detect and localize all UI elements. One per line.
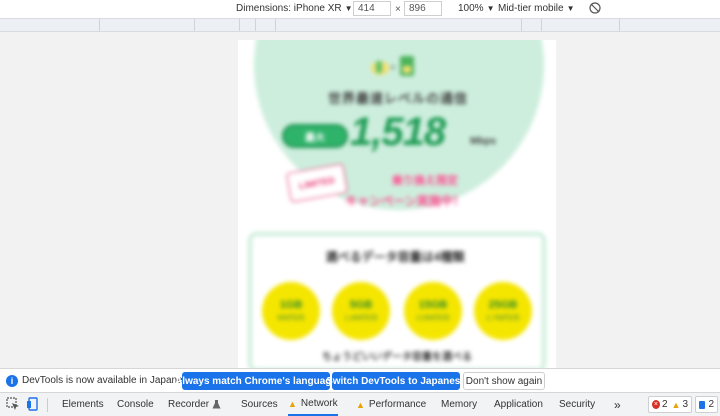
device-toolbar: Dimensions: iPhone XR ▼ 414 × 896 100% ▼ M… bbox=[0, 0, 720, 18]
plan-size: 1GB bbox=[279, 299, 303, 311]
info-icon: i bbox=[6, 375, 18, 387]
height-input[interactable]: 896 bbox=[404, 1, 442, 16]
chevron-down-icon: ▼ bbox=[566, 4, 575, 13]
hero-speed-unit: Mbps bbox=[470, 136, 497, 147]
data-plan-panel: 選べるデータ容量は4種類 1GB 990円/月 5GB 1,490円/月 15G… bbox=[248, 232, 546, 368]
throttling-dropdown[interactable]: Mid-tier mobile ▼ bbox=[498, 3, 575, 14]
phone-sim-icon: + bbox=[371, 56, 414, 76]
issues-counter[interactable]: × 2 ▲ 3 bbox=[648, 396, 692, 413]
device-toggle-icon[interactable] bbox=[26, 397, 40, 411]
width-input[interactable]: 414 bbox=[353, 1, 391, 16]
tab-security[interactable]: Security bbox=[559, 393, 595, 416]
plan-price: 2,090円/月 bbox=[416, 315, 450, 322]
emulated-device-viewport[interactable]: + 世界最速レベルの通信 最大 1,518 Mbps LIMITED 乗り換え限… bbox=[238, 40, 556, 368]
panel-footer-text: ちょうどいいデータ容量を選べる bbox=[322, 352, 472, 363]
ruler-segment[interactable] bbox=[256, 19, 276, 31]
plan-price: 2,790円/月 bbox=[486, 315, 520, 322]
infobar-message: DevTools is now available in Japanese! bbox=[22, 375, 196, 386]
plan-size: 25GB bbox=[488, 299, 518, 311]
campaign-line-1: 乗り換え限定 bbox=[392, 175, 458, 187]
tab-performance[interactable]: ▲ Performance bbox=[356, 393, 426, 416]
tab-network[interactable]: ▲ Network bbox=[288, 393, 338, 416]
language-infobar: i DevTools is now available in Japanese!… bbox=[0, 368, 720, 392]
ruler-segment[interactable] bbox=[0, 19, 100, 31]
tab-network-label: Network bbox=[300, 398, 338, 409]
ruler-segment[interactable] bbox=[522, 19, 542, 31]
tab-sources[interactable]: Sources bbox=[241, 393, 278, 416]
plan-coin[interactable]: 1GB 990円/月 bbox=[262, 282, 320, 340]
ruler-segment[interactable] bbox=[100, 19, 195, 31]
ruler-segment[interactable] bbox=[542, 19, 620, 31]
zoom-label: 100% bbox=[458, 3, 484, 14]
tab-performance-label: Performance bbox=[368, 399, 427, 410]
plan-coin[interactable]: 25GB 2,790円/月 bbox=[474, 282, 532, 340]
plan-price: 1,490円/月 bbox=[344, 315, 378, 322]
plan-price: 990円/月 bbox=[277, 315, 305, 322]
chevron-down-icon: ▼ bbox=[486, 4, 495, 13]
rotate-icon[interactable] bbox=[588, 1, 602, 15]
hero-pill: 最大 bbox=[282, 124, 348, 148]
flask-icon bbox=[212, 400, 221, 409]
chevron-down-icon: ▼ bbox=[344, 4, 353, 13]
tab-elements[interactable]: Elements bbox=[62, 393, 104, 416]
ruler-segment[interactable] bbox=[240, 19, 256, 31]
tab-recorder[interactable]: Recorder bbox=[168, 393, 221, 416]
ruler-segment[interactable] bbox=[195, 19, 240, 31]
svg-text:+: + bbox=[390, 63, 396, 74]
tab-console[interactable]: Console bbox=[117, 393, 154, 416]
panel-title: 選べるデータ容量は4種類 bbox=[325, 250, 465, 264]
dimensions-label: Dimensions: iPhone XR bbox=[236, 3, 342, 14]
message-icon bbox=[699, 400, 706, 409]
dont-show-again-button[interactable]: Don't show again bbox=[463, 372, 545, 390]
tab-application[interactable]: Application bbox=[494, 393, 543, 416]
warning-icon: ▲ bbox=[356, 399, 365, 410]
tab-memory[interactable]: Memory bbox=[441, 393, 477, 416]
plan-size: 15GB bbox=[418, 299, 448, 311]
match-language-button[interactable]: Always match Chrome's language bbox=[175, 372, 337, 390]
ruler-segment[interactable] bbox=[276, 19, 522, 31]
tab-separator bbox=[47, 398, 48, 412]
switch-language-button[interactable]: Switch DevTools to Japanese bbox=[326, 372, 466, 390]
warning-icon: ▲ bbox=[288, 398, 297, 409]
dimensions-dropdown[interactable]: Dimensions: iPhone XR ▼ bbox=[236, 3, 353, 14]
message-count: 2 bbox=[708, 399, 714, 410]
error-icon: × bbox=[652, 400, 660, 409]
tab-recorder-label: Recorder bbox=[168, 399, 210, 410]
media-query-ruler bbox=[0, 18, 720, 32]
warning-icon: ▲ bbox=[671, 399, 681, 410]
inspect-element-icon[interactable] bbox=[6, 397, 20, 411]
plan-size: 5GB bbox=[349, 299, 373, 311]
plan-coin[interactable]: 5GB 1,490円/月 bbox=[332, 282, 390, 340]
dimension-separator: × bbox=[395, 4, 401, 15]
more-tabs-button[interactable]: » bbox=[614, 393, 621, 416]
plan-coin[interactable]: 15GB 2,090円/月 bbox=[404, 282, 462, 340]
warning-count: 3 bbox=[682, 399, 688, 410]
messages-counter[interactable]: 2 bbox=[695, 396, 718, 413]
devtools-tab-strip: Elements Console Recorder Sources ▲ Netw… bbox=[0, 392, 720, 416]
campaign-line-2: キャンペーン実施中！ bbox=[345, 194, 465, 208]
throttling-label: Mid-tier mobile bbox=[498, 3, 564, 14]
hero-speed-number: 1,518 bbox=[350, 110, 446, 154]
hero-title: 世界最速レベルの通信 bbox=[327, 91, 468, 106]
error-count: 2 bbox=[661, 399, 668, 410]
zoom-dropdown[interactable]: 100% ▼ bbox=[458, 3, 495, 14]
